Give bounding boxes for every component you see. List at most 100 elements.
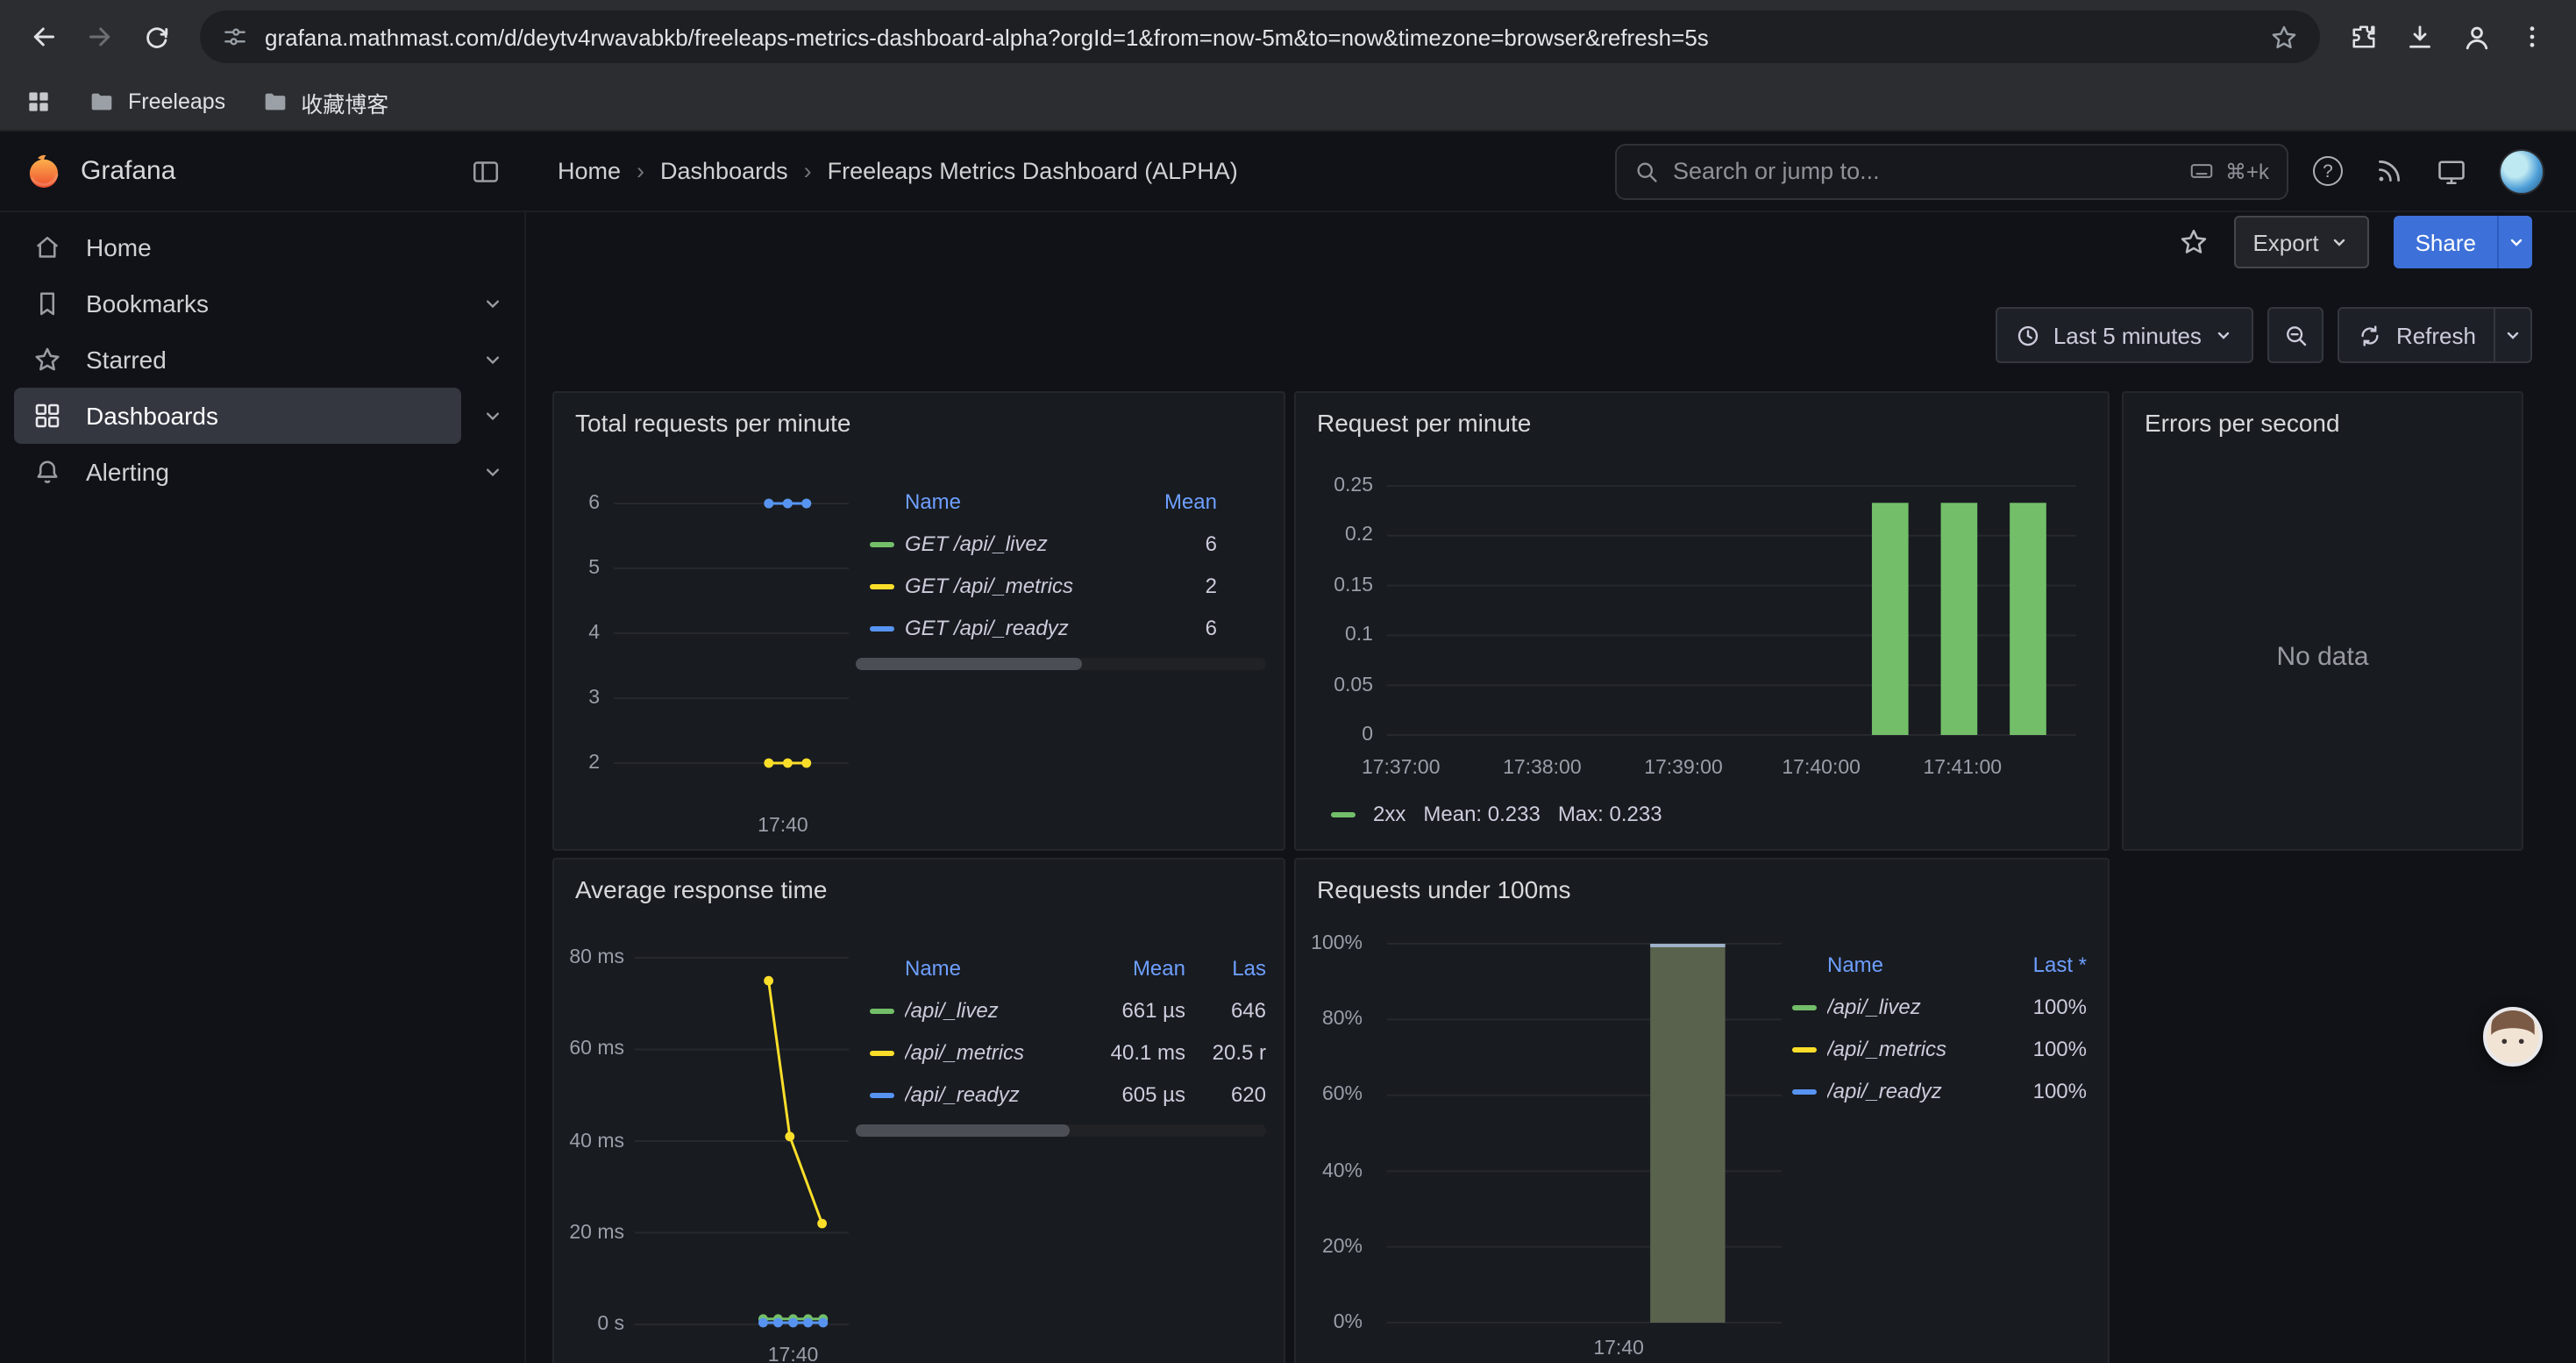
- legend-row[interactable]: GET /api/_readyz 6: [856, 607, 1266, 649]
- home-icon: [32, 232, 63, 263]
- export-button[interactable]: Export: [2233, 216, 2369, 268]
- chevron-down-icon[interactable]: [461, 332, 524, 388]
- legend-header-row: Name Mean: [856, 481, 1266, 523]
- panel-request-per-minute: Request per minute 0.250.20.150.10.05017…: [1294, 391, 2110, 851]
- address-bar[interactable]: grafana.mathmast.com/d/deytv4rwavabkb/fr…: [200, 11, 2320, 63]
- panel-requests-under-100ms: Requests under 100ms 100%80%60%40%20%0%1…: [1294, 858, 2110, 1363]
- panel-title[interactable]: Average response time: [554, 860, 1284, 903]
- forward-button[interactable]: [74, 11, 126, 63]
- downloads-icon[interactable]: [2394, 11, 2446, 63]
- legend-row[interactable]: /api/_metrics 40.1 ms 20.5 r: [856, 1031, 1266, 1074]
- chart-total-requests[interactable]: 6543217:40: [554, 470, 856, 846]
- legend-header-last[interactable]: Last *: [1999, 953, 2090, 977]
- assistant-avatar[interactable]: [2483, 1007, 2543, 1067]
- legend-row[interactable]: GET /api/_metrics 2: [856, 565, 1266, 607]
- dashboards-grid-icon: [32, 400, 63, 432]
- screen: grafana.mathmast.com/d/deytv4rwavabkb/fr…: [0, 0, 2576, 1363]
- apps-grid-icon[interactable]: [25, 88, 53, 116]
- search-placeholder: Search or jump to...: [1673, 158, 1880, 184]
- legend-table: Name Mean Las /api/_livez 661 µs 646 /ap…: [856, 947, 1266, 1137]
- legend[interactable]: 2xx Mean: 0.233 Max: 0.233: [1331, 802, 1662, 826]
- panel-title[interactable]: Errors per second: [2124, 393, 2522, 437]
- chevron-down-icon[interactable]: [461, 275, 524, 332]
- panel-title[interactable]: Request per minute: [1296, 393, 2108, 437]
- legend-scrollbar[interactable]: [856, 658, 1266, 670]
- panel-errors-per-second: Errors per second No data: [2122, 391, 2523, 851]
- sidebar-item-label: Alerting: [86, 458, 169, 486]
- breadcrumb-home[interactable]: Home: [558, 158, 621, 184]
- spacer: [461, 219, 524, 275]
- grafana-logo[interactable]: [25, 152, 63, 190]
- legend-header-last[interactable]: Las: [1185, 956, 1266, 981]
- legend-row[interactable]: /api/_livez 100%: [1778, 986, 2090, 1028]
- legend-row[interactable]: GET /api/_livez 6: [856, 523, 1266, 565]
- bookmarks-bar: Freeleaps 收藏博客: [0, 74, 2576, 132]
- panel-title[interactable]: Total requests per minute: [554, 393, 1284, 437]
- chart-requests-under-100ms[interactable]: 100%80%60%40%20%0%17:40: [1296, 937, 1804, 1363]
- series-color-dash: [870, 1050, 894, 1055]
- legend-scrollbar[interactable]: [856, 1124, 1266, 1137]
- zoom-out-button[interactable]: [2268, 307, 2324, 363]
- time-range-picker[interactable]: Last 5 minutes: [1996, 307, 2254, 363]
- legend-header-name[interactable]: Name: [870, 956, 1084, 981]
- legend-series-name: 2xx: [1373, 802, 1405, 826]
- legend-row[interactable]: /api/_readyz 100%: [1778, 1070, 2090, 1112]
- clock-icon: [2015, 322, 2041, 348]
- bell-icon: [32, 456, 63, 488]
- sidebar-item-bookmarks[interactable]: Bookmarks: [0, 275, 524, 332]
- legend-header-name[interactable]: Name: [870, 489, 1108, 514]
- chevron-down-icon[interactable]: [461, 388, 524, 444]
- profile-icon[interactable]: [2450, 11, 2502, 63]
- panel-average-response-time: Average response time 80 ms60 ms40 ms20 …: [552, 858, 1285, 1363]
- refresh-button[interactable]: Refresh: [2338, 307, 2494, 363]
- refresh-interval-button[interactable]: [2494, 307, 2532, 363]
- no-data-message: No data: [2124, 642, 2522, 672]
- panel-title[interactable]: Requests under 100ms: [1296, 860, 2108, 903]
- bookmark-blog[interactable]: 收藏博客: [260, 85, 388, 118]
- sidebar-item-dashboards[interactable]: Dashboards: [0, 388, 524, 444]
- keyboard-icon: [2188, 158, 2215, 184]
- legend-row[interactable]: /api/_metrics 100%: [1778, 1028, 2090, 1070]
- back-button[interactable]: [18, 11, 70, 63]
- bookmark-icon: [32, 288, 63, 319]
- avatar-face: [2487, 1010, 2539, 1063]
- reload-button[interactable]: [130, 11, 182, 63]
- bookmark-freeleaps[interactable]: Freeleaps: [88, 88, 225, 116]
- monitor-icon[interactable]: [2436, 155, 2467, 187]
- breadcrumb-dashboards[interactable]: Dashboards: [660, 158, 788, 184]
- scrollbar-thumb[interactable]: [856, 658, 1081, 670]
- help-icon[interactable]: ?: [2313, 156, 2343, 186]
- sidebar-item-starred[interactable]: Starred: [0, 332, 524, 388]
- share-menu-button[interactable]: [2497, 216, 2532, 268]
- news-rss-icon[interactable]: [2374, 156, 2404, 186]
- zoom-out-icon: [2283, 322, 2309, 348]
- sidebar: Home Bookmarks: [0, 212, 526, 1363]
- sidebar-item-alerting[interactable]: Alerting: [0, 444, 524, 500]
- legend-header-row: Name Last *: [1778, 944, 2090, 986]
- chart-request-per-minute[interactable]: 0.250.20.150.10.05017:37:0017:38:0017:39…: [1296, 470, 2110, 796]
- url-text: grafana.mathmast.com/d/deytv4rwavabkb/fr…: [265, 24, 2253, 50]
- brand-text: Grafana: [81, 156, 175, 186]
- legend-header-mean[interactable]: Mean: [1108, 489, 1266, 514]
- legend-header-name[interactable]: Name: [1792, 953, 1999, 977]
- search-input[interactable]: Search or jump to... ⌘+k: [1615, 143, 2288, 199]
- sidebar-item-home[interactable]: Home: [0, 219, 524, 275]
- browser-toolbar: grafana.mathmast.com/d/deytv4rwavabkb/fr…: [0, 0, 2576, 74]
- chevron-down-icon[interactable]: [461, 444, 524, 500]
- site-settings-icon[interactable]: [221, 23, 249, 51]
- bookmark-star-icon[interactable]: [2269, 22, 2299, 52]
- legend-row[interactable]: /api/_livez 661 µs 646: [856, 989, 1266, 1031]
- menu-kebab-icon[interactable]: [2506, 11, 2558, 63]
- series-color-dash: [870, 1092, 894, 1097]
- user-avatar[interactable]: [2499, 148, 2544, 194]
- breadcrumb-current: Freeleaps Metrics Dashboard (ALPHA): [828, 158, 1238, 184]
- legend-row[interactable]: /api/_readyz 605 µs 620: [856, 1074, 1266, 1116]
- favorite-star-icon[interactable]: [2177, 226, 2209, 258]
- legend-header-mean[interactable]: Mean: [1084, 956, 1185, 981]
- chart-average-response-time[interactable]: 80 ms60 ms40 ms20 ms0 s17:40: [554, 937, 856, 1363]
- time-controls: Last 5 minutes Refresh: [1996, 307, 2532, 363]
- share-button[interactable]: Share: [2395, 216, 2497, 268]
- sidebar-toggle-icon[interactable]: [470, 155, 502, 187]
- extensions-icon[interactable]: [2338, 11, 2390, 63]
- scrollbar-thumb[interactable]: [856, 1124, 1069, 1137]
